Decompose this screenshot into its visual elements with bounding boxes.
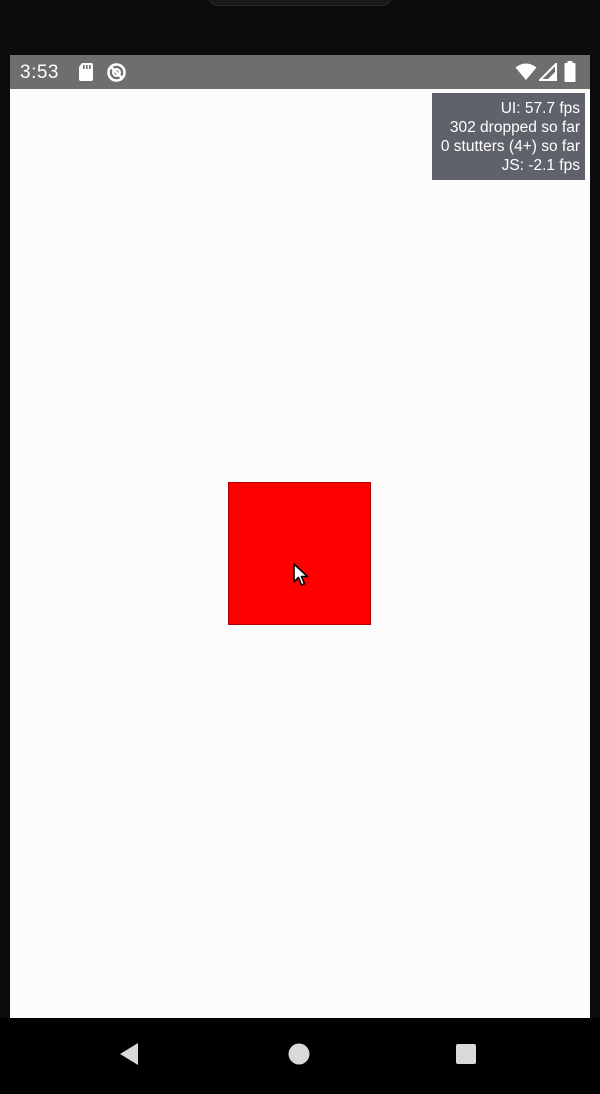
home-icon[interactable] <box>285 1040 313 1068</box>
wifi-icon <box>515 63 537 86</box>
navigation-bar <box>0 1018 600 1094</box>
perf-monitor-overlay: UI: 57.7 fps 302 dropped so far 0 stutte… <box>432 93 585 180</box>
phone-screen: 3:53 UI: 57.7 fps 302 dropped so far 0 s… <box>10 55 590 1018</box>
perf-stutters: 0 stutters (4+) so far <box>440 138 580 155</box>
speaker-notch <box>208 0 392 6</box>
animated-red-box[interactable] <box>229 483 370 624</box>
cell-signal-icon <box>537 61 557 86</box>
back-icon[interactable] <box>116 1040 144 1068</box>
perf-js-fps: JS: -2.1 fps <box>501 157 580 174</box>
recents-icon[interactable] <box>452 1040 480 1068</box>
perf-dropped-frames: 302 dropped so far <box>449 119 580 136</box>
battery-icon <box>564 61 576 87</box>
sync-disabled-icon <box>106 62 127 88</box>
sd-card-icon <box>78 62 94 87</box>
status-time: 3:53 <box>20 62 59 83</box>
perf-ui-fps: UI: 57.7 fps <box>500 100 580 117</box>
mouse-cursor-icon <box>293 563 309 592</box>
device-frame: 3:53 UI: 57.7 fps 302 dropped so far 0 s… <box>0 0 600 1094</box>
status-bar: 3:53 <box>10 55 590 89</box>
app-content: UI: 57.7 fps 302 dropped so far 0 stutte… <box>10 89 590 1018</box>
